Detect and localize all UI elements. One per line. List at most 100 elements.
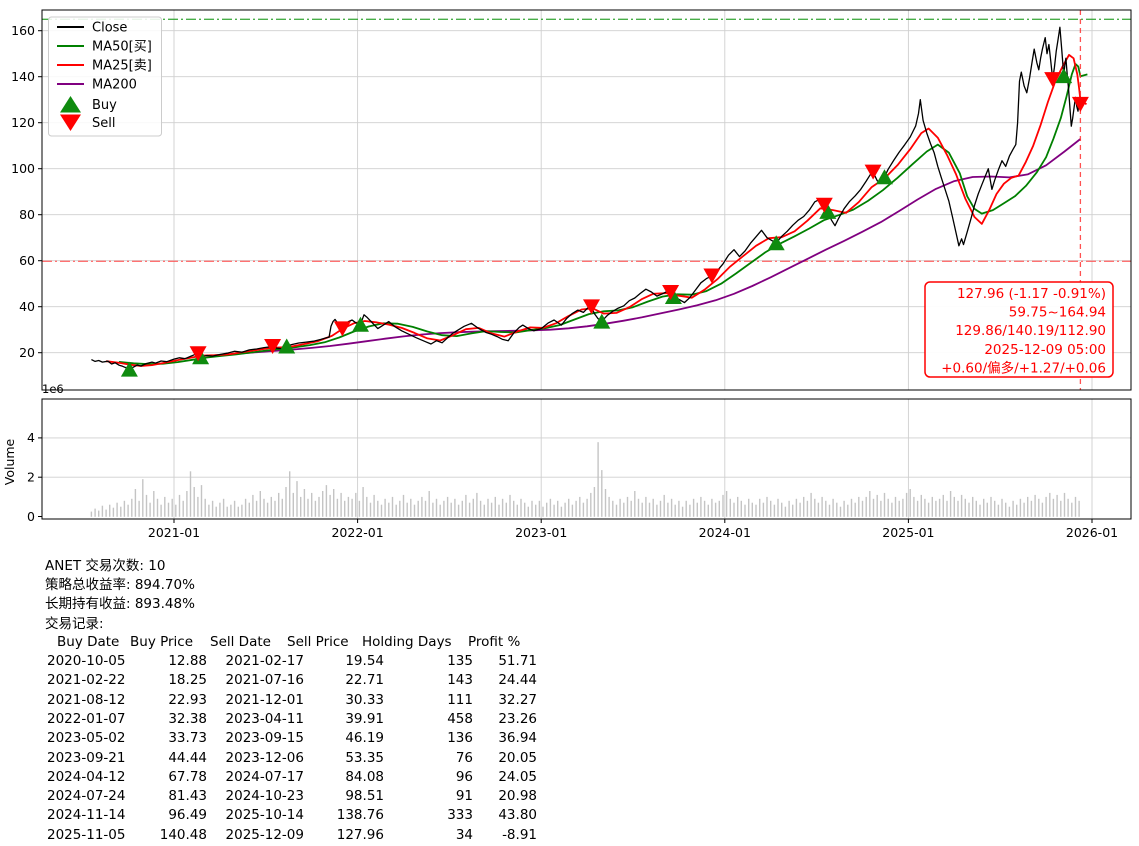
trade-row: 2020-10-05 12.88 2021-02-17 19.54 135 51.71 bbox=[0, 653, 560, 672]
buy-price-cell: 18.25 bbox=[168, 672, 207, 689]
buy-price-cell: 81.43 bbox=[168, 788, 207, 805]
svg-text:60: 60 bbox=[19, 253, 35, 268]
svg-text:Close: Close bbox=[92, 21, 127, 36]
svg-text:4: 4 bbox=[27, 430, 35, 445]
buy-date-cell: 2023-09-21 bbox=[47, 749, 126, 766]
svg-text:160: 160 bbox=[11, 23, 35, 38]
legend: Close MA50[买] MA25[卖] MA200 Buy Sell bbox=[48, 16, 162, 137]
holding-days-cell: 333 bbox=[447, 807, 473, 824]
trade-row: 2023-05-02 33.73 2023-09-15 46.19 136 36.94 bbox=[0, 730, 560, 749]
profit-pct-cell: 24.44 bbox=[498, 672, 537, 689]
sell-price-cell: 46.19 bbox=[345, 730, 384, 747]
trade-row: 2024-11-14 96.49 2025-10-14 138.76 333 43.80 bbox=[0, 807, 560, 826]
sell-price-cell: 127.96 bbox=[336, 826, 384, 843]
holding-days-cell: 458 bbox=[447, 710, 473, 727]
profit-pct-cell: 51.71 bbox=[498, 653, 537, 669]
sell-date-cell: 2021-02-17 bbox=[225, 653, 304, 669]
buy-date-cell: 2024-04-12 bbox=[47, 768, 126, 785]
svg-text:129.86/140.19/112.90: 129.86/140.19/112.90 bbox=[955, 323, 1106, 339]
sell-date-cell: 2023-12-06 bbox=[225, 749, 304, 766]
buy-price-cell: 33.73 bbox=[168, 730, 207, 747]
svg-text:59.75~164.94: 59.75~164.94 bbox=[1009, 305, 1106, 321]
volume-axis-label: Volume bbox=[2, 438, 17, 485]
header-sell-date: Sell Date bbox=[210, 634, 271, 650]
holding-days-cell: 76 bbox=[455, 749, 473, 766]
svg-text:100: 100 bbox=[11, 161, 35, 176]
profit-pct-cell: 32.27 bbox=[498, 691, 537, 708]
trade-records-label: 交易记录: bbox=[45, 616, 104, 632]
svg-text:+0.60/偏多/+1.27/+0.06: +0.60/偏多/+1.27/+0.06 bbox=[941, 359, 1106, 376]
trade-row: 2023-09-21 44.44 2023-12-06 53.35 76 20.05 bbox=[0, 750, 560, 769]
header-holding-days: Holding Days bbox=[362, 634, 452, 650]
profit-pct-cell: 20.98 bbox=[498, 788, 537, 805]
profit-pct-cell: 43.80 bbox=[498, 807, 537, 824]
sell-price-cell: 39.91 bbox=[345, 710, 384, 727]
volume-bars bbox=[90, 442, 1080, 517]
buy-price-cell: 140.48 bbox=[159, 826, 207, 843]
svg-text:140: 140 bbox=[11, 69, 35, 84]
svg-text:0: 0 bbox=[27, 509, 35, 524]
header-buy-date: Buy Date bbox=[57, 634, 120, 650]
header-sell-price: Sell Price bbox=[287, 634, 349, 650]
svg-text:2025-12-09 05:00: 2025-12-09 05:00 bbox=[984, 342, 1106, 358]
buy-price-cell: 44.44 bbox=[168, 749, 207, 766]
volume-y-axis: 0 2 4 1e6 Volume bbox=[2, 382, 64, 524]
svg-text:2021-01: 2021-01 bbox=[148, 525, 200, 540]
holding-days-cell: 96 bbox=[455, 768, 473, 785]
trade-row: 2021-02-22 18.25 2021-07-16 22.71 143 24.44 bbox=[0, 672, 560, 691]
svg-text:2: 2 bbox=[27, 470, 35, 485]
buy-date-cell: 2021-02-22 bbox=[47, 672, 126, 689]
sell-date-cell: 2023-09-15 bbox=[225, 730, 304, 747]
sell-date-cell: 2021-07-16 bbox=[225, 672, 304, 689]
sell-date-cell: 2024-10-23 bbox=[225, 788, 304, 805]
buy-date-cell: 2024-07-24 bbox=[47, 788, 126, 805]
sell-date-cell: 2023-04-11 bbox=[225, 710, 304, 727]
sell-date-cell: 2025-10-14 bbox=[225, 807, 304, 824]
sell-price-cell: 98.51 bbox=[345, 788, 384, 805]
grid-lines bbox=[42, 10, 1131, 519]
svg-text:MA25[卖]: MA25[卖] bbox=[92, 59, 152, 74]
sell-price-cell: 19.54 bbox=[345, 653, 384, 669]
buy-date-cell: 2023-05-02 bbox=[47, 730, 126, 747]
trades-count-text: ANET 交易次数: 10 bbox=[45, 558, 166, 574]
holding-days-cell: 143 bbox=[447, 672, 473, 689]
svg-text:Sell: Sell bbox=[92, 116, 115, 131]
svg-text:MA50[买]: MA50[买] bbox=[92, 40, 152, 55]
profit-pct-cell: 24.05 bbox=[498, 768, 537, 785]
header-profit-pct: Profit % bbox=[468, 634, 521, 650]
holding-days-cell: 135 bbox=[447, 653, 473, 669]
sell-price-cell: 138.76 bbox=[336, 807, 384, 824]
buy-price-cell: 96.49 bbox=[168, 807, 207, 824]
trade-row: 2024-04-12 67.78 2024-07-17 84.08 96 24.05 bbox=[0, 769, 560, 788]
holding-days-cell: 111 bbox=[447, 691, 473, 708]
sell-date-cell: 2024-07-17 bbox=[225, 768, 304, 785]
trade-row: 2022-01-07 32.38 2023-04-11 39.91 458 23.26 bbox=[0, 711, 560, 730]
svg-text:2026-01: 2026-01 bbox=[1066, 525, 1118, 540]
buyhold-return-text: 长期持有收益: 893.48% bbox=[45, 596, 195, 612]
y-axis: 20 40 60 80 100 120 140 160 bbox=[11, 23, 42, 360]
svg-text:2024-01: 2024-01 bbox=[699, 525, 751, 540]
svg-text:2025-01: 2025-01 bbox=[882, 525, 934, 540]
sell-date-cell: 2025-12-09 bbox=[225, 826, 304, 843]
svg-text:20: 20 bbox=[19, 345, 35, 360]
x-axis: 2021-01 2022-01 2023-01 2024-01 2025-01 2026-… bbox=[148, 519, 1118, 540]
strategy-return-text: 策略总收益率: 894.70% bbox=[45, 577, 195, 593]
buy-price-cell: 12.88 bbox=[168, 653, 207, 669]
price-annotation-box: 127.96 (-1.17 -0.91%) 59.75~164.94 129.86/… bbox=[924, 281, 1114, 378]
profit-pct-cell: 20.05 bbox=[498, 749, 537, 766]
holding-days-cell: 34 bbox=[455, 826, 473, 843]
svg-text:2023-01: 2023-01 bbox=[515, 525, 567, 540]
sell-date-cell: 2021-12-01 bbox=[225, 691, 304, 708]
strategy-backtest-page: { "chart_data": { "type": "line", "symbo… bbox=[0, 0, 1139, 843]
header-buy-price: Buy Price bbox=[130, 634, 194, 650]
buy-date-cell: 2020-10-05 bbox=[47, 653, 126, 669]
trade-row: 2021-08-12 22.93 2021-12-01 30.33 111 32.27 bbox=[0, 692, 560, 711]
profit-pct-cell: 36.94 bbox=[498, 730, 537, 747]
sell-price-cell: 30.33 bbox=[345, 691, 384, 708]
buy-date-cell: 2025-11-05 bbox=[47, 826, 126, 843]
holding-days-cell: 91 bbox=[455, 788, 473, 805]
volume-offset-label: 1e6 bbox=[42, 382, 64, 396]
buy-date-cell: 2022-01-07 bbox=[47, 710, 126, 727]
svg-text:MA200: MA200 bbox=[92, 78, 137, 93]
profit-pct-cell: -8.91 bbox=[502, 826, 537, 843]
